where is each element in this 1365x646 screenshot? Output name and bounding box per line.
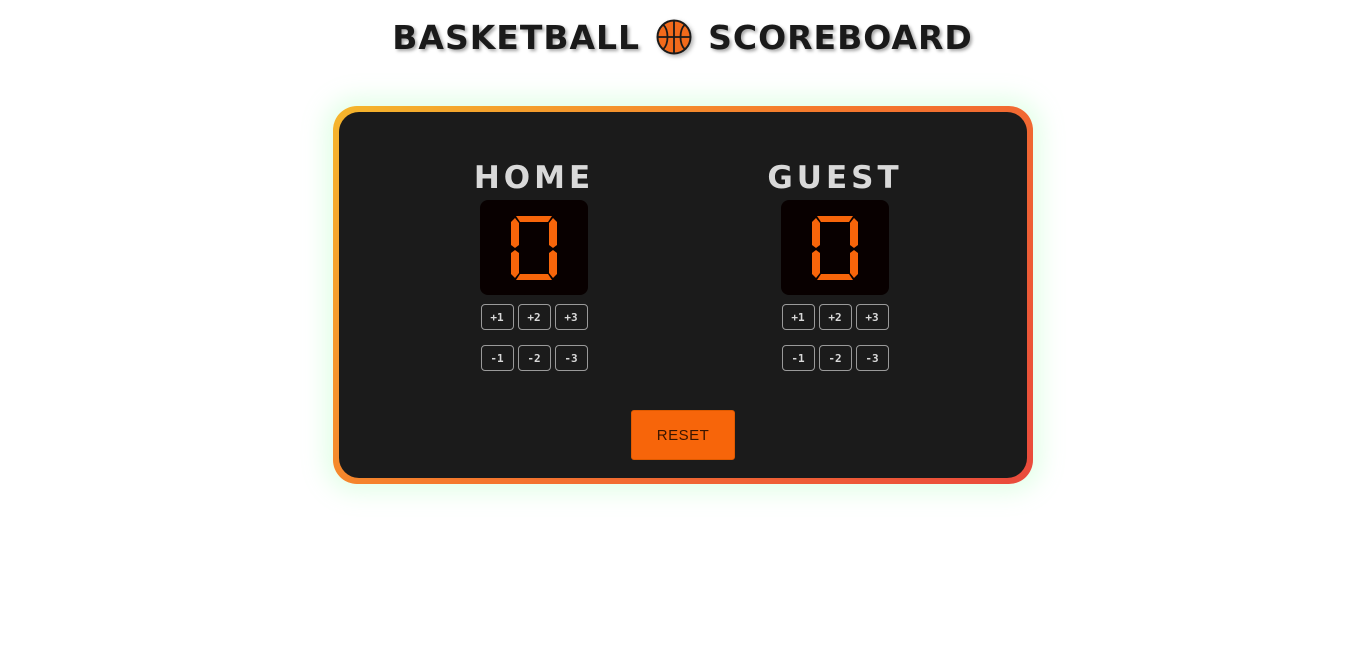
score-segment-e — [812, 249, 820, 278]
home-minus-1-button[interactable]: -1 — [480, 345, 514, 371]
scoreboard-panel: HOME 0 +1 +2 +3 -1 -2 -3 GUEST 0 +1 +2 — [339, 112, 1027, 478]
reset-button[interactable]: RESET — [631, 410, 735, 460]
home-plus-2-button[interactable]: +2 — [517, 304, 551, 330]
score-segment-f — [812, 217, 820, 248]
guest-minus-1-button[interactable]: -1 — [781, 345, 815, 371]
score-segment-c — [850, 249, 858, 278]
home-add-buttons: +1 +2 +3 — [480, 304, 588, 330]
guest-subtract-buttons: -1 -2 -3 — [781, 345, 889, 371]
score-segment-a — [516, 215, 552, 222]
guest-plus-2-button[interactable]: +2 — [818, 304, 852, 330]
guest-team-panel: GUEST 0 +1 +2 +3 -1 -2 -3 — [755, 158, 915, 371]
home-score: 0 — [511, 215, 557, 280]
score-segment-d — [817, 273, 853, 280]
score-segment-d — [516, 273, 552, 280]
basketball-icon — [656, 19, 692, 55]
home-subtract-buttons: -1 -2 -3 — [480, 345, 588, 371]
title-basketball: BASKETBALL — [392, 17, 641, 57]
scoreboard-frame: HOME 0 +1 +2 +3 -1 -2 -3 GUEST 0 +1 +2 — [333, 106, 1033, 484]
home-team-name: HOME — [473, 160, 595, 196]
home-score-display: 0 — [480, 200, 588, 295]
home-minus-2-button[interactable]: -2 — [517, 345, 551, 371]
page-title: BASKETBALL SCOREBOARD — [0, 14, 1365, 60]
guest-score-display: 0 — [781, 200, 889, 295]
score-segment-e — [511, 249, 519, 278]
home-minus-3-button[interactable]: -3 — [554, 345, 588, 371]
score-segment-a — [817, 215, 853, 222]
guest-plus-1-button[interactable]: +1 — [781, 304, 815, 330]
score-segment-f — [511, 217, 519, 248]
score-segment-b — [850, 217, 858, 248]
score-segment-b — [549, 217, 557, 248]
guest-plus-3-button[interactable]: +3 — [855, 304, 889, 330]
guest-minus-2-button[interactable]: -2 — [818, 345, 852, 371]
guest-minus-3-button[interactable]: -3 — [855, 345, 889, 371]
guest-score: 0 — [812, 215, 858, 280]
score-segment-c — [549, 249, 557, 278]
guest-team-name: GUEST — [767, 160, 903, 196]
home-team-panel: HOME 0 +1 +2 +3 -1 -2 -3 — [454, 158, 614, 371]
home-plus-1-button[interactable]: +1 — [480, 304, 514, 330]
home-plus-3-button[interactable]: +3 — [554, 304, 588, 330]
title-scoreboard: SCOREBOARD — [708, 17, 973, 57]
guest-add-buttons: +1 +2 +3 — [781, 304, 889, 330]
